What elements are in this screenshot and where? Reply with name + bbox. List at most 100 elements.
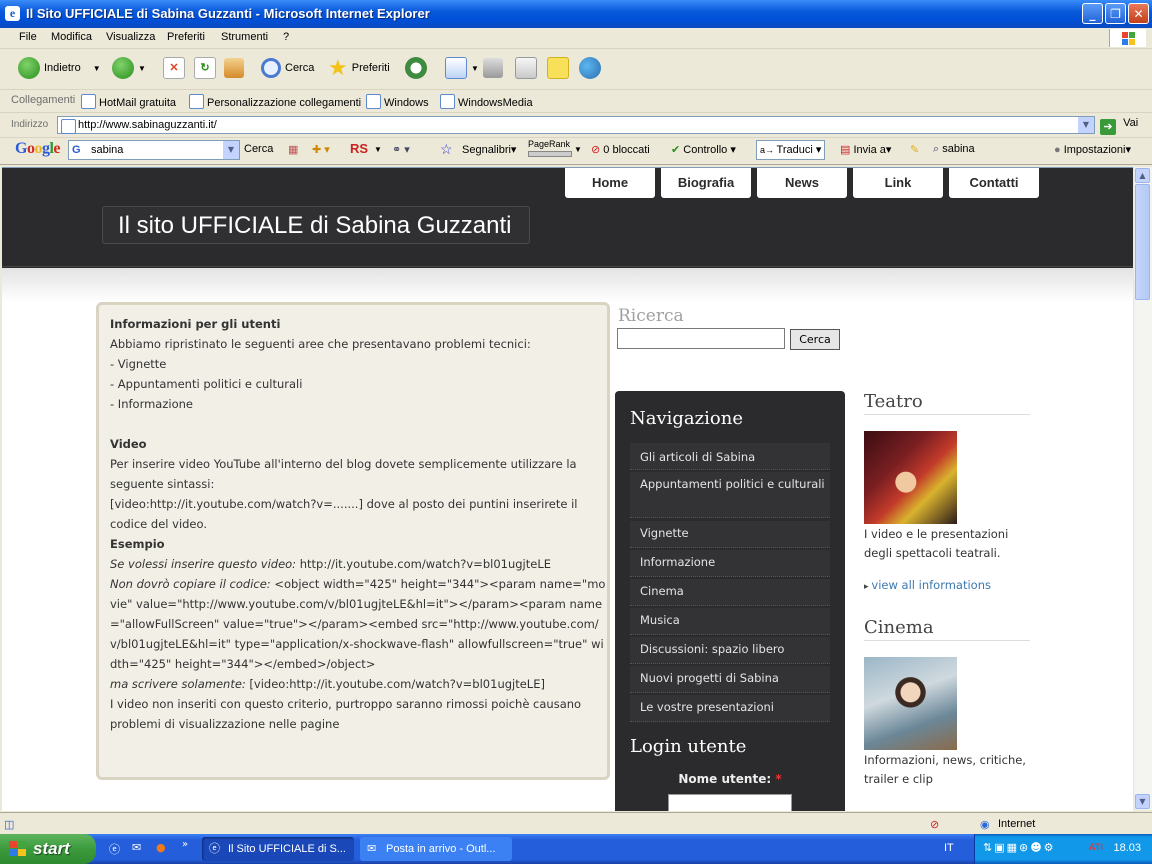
- site-search-button[interactable]: Cerca: [790, 329, 840, 350]
- nav-item-articoli[interactable]: Gli articoli di Sabina: [630, 443, 830, 470]
- nav-home[interactable]: Home: [565, 168, 655, 198]
- video-heading: Video: [110, 437, 147, 451]
- menu-modifica[interactable]: Modifica: [51, 31, 92, 43]
- rs-button[interactable]: RS: [350, 141, 368, 156]
- highlighter-icon[interactable]: ✎: [910, 143, 919, 156]
- nav-item-cinema[interactable]: Cinema: [630, 579, 830, 606]
- nav-item-appuntamenti[interactable]: Appuntamenti politici e culturali: [630, 472, 830, 518]
- maximize-button[interactable]: ❐: [1105, 3, 1126, 24]
- quicklaunch-expand-icon[interactable]: »: [182, 839, 188, 850]
- favorites-button[interactable]: ★ Preferiti: [328, 55, 390, 81]
- window-title-bar[interactable]: e Il Sito UFFICIALE di Sabina Guzzanti -…: [0, 0, 1152, 28]
- translate-button[interactable]: a→ Traduci ▾: [756, 140, 826, 160]
- dropdown-arrow-icon[interactable]: ▼: [223, 141, 239, 159]
- language-indicator[interactable]: IT: [944, 842, 954, 854]
- teatro-heading: Teatro: [864, 391, 1030, 415]
- link-personalizzazione[interactable]: Personalizzazione collegamenti: [189, 94, 361, 109]
- scroll-down-icon[interactable]: ▼: [1135, 794, 1150, 809]
- back-button[interactable]: Indietro ▼: [18, 55, 101, 81]
- windows-logo-icon: [1109, 29, 1146, 47]
- highlight-term-button[interactable]: ⌕ sabina: [933, 143, 975, 156]
- refresh-button[interactable]: ↻: [194, 55, 216, 81]
- nav-item-progetti[interactable]: Nuovi progetti di Sabina: [630, 666, 830, 693]
- edit-button[interactable]: [515, 55, 537, 81]
- quicklaunch-outlook-icon[interactable]: ✉: [132, 841, 141, 854]
- page-icon: [366, 94, 381, 109]
- popup-blocker[interactable]: ⊘ 0 bloccati: [591, 143, 650, 156]
- forward-button[interactable]: ▼: [112, 55, 146, 81]
- menu-preferiti[interactable]: Preferiti: [167, 31, 205, 43]
- task-outlook[interactable]: ✉ Posta in arrivo - Outl...: [360, 837, 512, 861]
- address-dropdown-icon[interactable]: ▼: [1078, 117, 1094, 133]
- example-1: Se volessi inserire questo video: http:/…: [110, 557, 551, 571]
- page-icon: [440, 94, 455, 109]
- teatro-view-all-link[interactable]: ▸ view all informations: [864, 578, 991, 592]
- spellcheck-button[interactable]: ✔ Controllo ▾: [671, 143, 736, 156]
- minimize-button[interactable]: _: [1082, 3, 1103, 24]
- nav-item-informazione[interactable]: Informazione: [630, 550, 830, 577]
- settings-button[interactable]: ● Impostazioni▾: [1054, 143, 1131, 156]
- menu-visualizza[interactable]: Visualizza: [106, 31, 155, 43]
- scroll-up-icon[interactable]: ▲: [1135, 168, 1150, 183]
- teatro-image[interactable]: [864, 431, 957, 524]
- close-button[interactable]: ✕: [1128, 3, 1149, 24]
- refresh-icon: ↻: [194, 57, 216, 79]
- address-input[interactable]: http://www.sabinaguzzanti.it/ ▼: [57, 116, 1095, 134]
- link-icon[interactable]: ⚭ ▾: [392, 143, 410, 156]
- messenger-button[interactable]: [579, 55, 601, 81]
- go-button[interactable]: ➔ Vai: [1100, 117, 1138, 135]
- page-icon: [81, 94, 96, 109]
- ati-icon[interactable]: ATI: [1089, 842, 1103, 852]
- link-windows[interactable]: Windows: [366, 94, 429, 109]
- nav-biografia[interactable]: Biografia: [661, 168, 751, 198]
- username-input[interactable]: [668, 794, 792, 811]
- puzzle-icon[interactable]: ✚ ▾: [312, 143, 330, 156]
- news-icon[interactable]: ▦: [288, 143, 298, 156]
- google-search-input[interactable]: G sabina ▼: [68, 140, 240, 160]
- pagerank-indicator[interactable]: PageRank: [528, 139, 572, 159]
- quicklaunch-ie-icon[interactable]: ⓔ: [109, 841, 120, 857]
- nav-item-discussioni[interactable]: Discussioni: spazio libero: [630, 637, 830, 664]
- mail-icon: [445, 57, 467, 79]
- dropdown-arrow-icon[interactable]: ▼: [374, 145, 382, 154]
- dropdown-arrow-icon[interactable]: ▼: [574, 145, 582, 154]
- google-logo[interactable]: Google: [15, 140, 60, 158]
- back-arrow-icon: [18, 57, 40, 79]
- stop-button[interactable]: ✕: [163, 55, 185, 81]
- nav-item-presentazioni[interactable]: Le vostre presentazioni: [630, 695, 830, 722]
- menu-help[interactable]: ?: [283, 31, 289, 43]
- standard-toolbar: Indietro ▼ ▼ ✕ ↻ Cerca ★ Preferiti ▼: [0, 49, 1152, 90]
- nav-news[interactable]: News: [757, 168, 847, 198]
- notes-button[interactable]: [547, 55, 569, 81]
- print-button[interactable]: [483, 55, 503, 81]
- popup-blocked-icon[interactable]: ⊘: [930, 818, 939, 831]
- history-button[interactable]: [405, 55, 427, 81]
- page-status-icon: ◫: [4, 819, 15, 831]
- google-search-button[interactable]: Cerca: [244, 143, 273, 155]
- start-button[interactable]: start: [0, 834, 96, 864]
- home-button[interactable]: [224, 55, 244, 81]
- nav-item-vignette[interactable]: Vignette: [630, 521, 830, 548]
- send-to-button[interactable]: ▤ Invia a▾: [840, 143, 891, 156]
- scrollbar-thumb[interactable]: [1135, 184, 1150, 300]
- dropdown-arrow-icon[interactable]: ▼: [138, 64, 146, 73]
- link-hotmail[interactable]: HotMail gratuita: [81, 94, 176, 109]
- printer-icon: [483, 58, 503, 78]
- menu-file[interactable]: File: [19, 31, 37, 43]
- search-button[interactable]: Cerca: [261, 55, 314, 81]
- nav-item-musica[interactable]: Musica: [630, 608, 830, 635]
- bookmark-star-icon[interactable]: ☆: [440, 141, 453, 158]
- menu-strumenti[interactable]: Strumenti: [221, 31, 268, 43]
- nav-contatti[interactable]: Contatti: [949, 168, 1039, 198]
- link-windowsmedia[interactable]: WindowsMedia: [440, 94, 533, 109]
- mail-button[interactable]: ▼: [445, 55, 479, 81]
- quicklaunch-firefox-icon[interactable]: ●: [156, 841, 166, 854]
- bookmarks-button[interactable]: Segnalibri▾: [462, 143, 516, 156]
- cinema-image[interactable]: [864, 657, 957, 750]
- nav-link[interactable]: Link: [853, 168, 943, 198]
- tray-icons[interactable]: ⇅▣▦⊛☻⚙: [983, 841, 1056, 854]
- site-search-input[interactable]: [617, 328, 785, 349]
- dropdown-arrow-icon[interactable]: ▼: [471, 64, 479, 73]
- task-ie[interactable]: ⓔ Il Sito UFFICIALE di S...: [202, 837, 354, 861]
- dropdown-arrow-icon[interactable]: ▼: [93, 64, 101, 73]
